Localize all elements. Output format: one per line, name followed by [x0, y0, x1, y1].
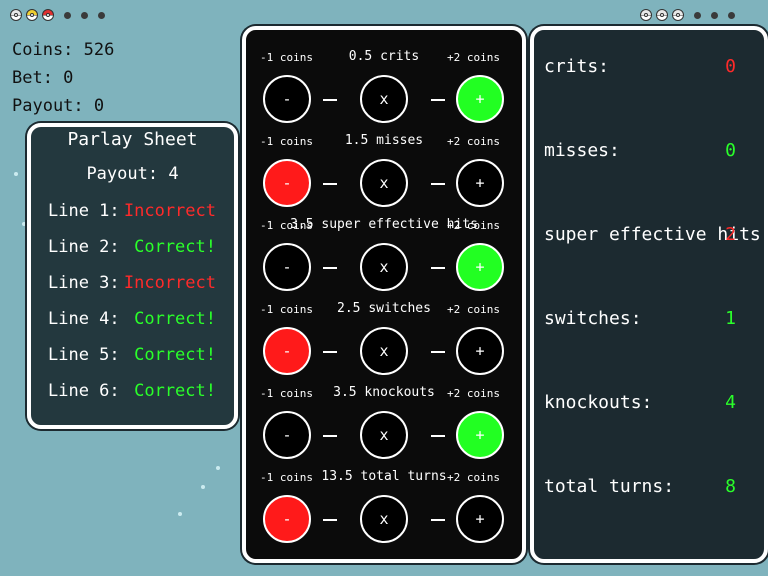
empty-slot-icon: [64, 11, 71, 19]
bet-readout: Bet: 0: [12, 68, 74, 88]
result-value: 2: [725, 224, 736, 245]
parlay-line-label: Line 6:: [48, 381, 120, 401]
sparkle-decoration: [22, 222, 26, 226]
parlay-line-result: Correct!: [134, 237, 216, 257]
bet-under-button[interactable]: -: [263, 411, 311, 459]
result-label: knockouts:: [544, 392, 653, 413]
empty-slot-icon: [694, 11, 701, 19]
divider: [323, 99, 337, 101]
bet-over-button[interactable]: +: [456, 243, 504, 291]
bet-over-button[interactable]: +: [456, 495, 504, 543]
plus-reward-label: +2 coins: [447, 303, 500, 316]
bet-skip-button[interactable]: x: [360, 495, 408, 543]
divider: [323, 351, 337, 353]
plus-reward-label: +2 coins: [447, 135, 500, 148]
divider: [431, 267, 445, 269]
divider: [431, 183, 445, 185]
parlay-line-label: Line 2:: [48, 237, 120, 257]
sparkle-decoration: [216, 466, 220, 470]
poke-ball-icon: [672, 9, 684, 21]
poke-ball-icon: [656, 9, 668, 21]
result-label: total turns:: [544, 476, 675, 497]
bet-over-button[interactable]: +: [456, 327, 504, 375]
divider: [431, 435, 445, 437]
ultra-ball-icon: [26, 9, 38, 21]
parlay-line-result: Correct!: [134, 345, 216, 365]
result-value: 8: [725, 476, 736, 497]
poke-ball-icon: [10, 9, 22, 21]
coins-readout: Coins: 526: [12, 40, 115, 60]
bet-board: -1 coins 0.5 crits +2 coins - x + -1 coi…: [242, 26, 526, 563]
parlay-title: Parlay Sheet: [67, 129, 198, 150]
parlay-line-result: Correct!: [134, 309, 216, 329]
parlay-sheet: Parlay Sheet Payout: 4 Line 1: Incorrect…: [27, 123, 238, 429]
result-label: crits:: [544, 56, 610, 77]
parlay-line-result: Incorrect: [123, 201, 216, 221]
empty-slot-icon: [98, 11, 105, 19]
parlay-line-label: Line 4:: [48, 309, 120, 329]
parlay-line-label: Line 3:: [48, 273, 120, 293]
bet-under-button[interactable]: -: [263, 495, 311, 543]
divider: [431, 519, 445, 521]
bet-over-button[interactable]: +: [456, 159, 504, 207]
party-tray-left: [10, 9, 111, 21]
empty-slot-icon: [728, 11, 735, 19]
bet-over-button[interactable]: +: [456, 411, 504, 459]
result-label: switches:: [544, 308, 642, 329]
sparkle-decoration: [14, 172, 18, 176]
bet-skip-button[interactable]: x: [360, 75, 408, 123]
result-value: 4: [725, 392, 736, 413]
bet-skip-button[interactable]: x: [360, 327, 408, 375]
bet-under-button[interactable]: -: [263, 243, 311, 291]
result-value: 1: [725, 308, 736, 329]
empty-slot-icon: [711, 11, 718, 19]
sparkle-decoration: [178, 512, 182, 516]
bet-skip-button[interactable]: x: [360, 411, 408, 459]
parlay-line-label: Line 5:: [48, 345, 120, 365]
divider: [431, 351, 445, 353]
player-stats: Coins: 526 Bet: 0 Payout: 0: [12, 36, 114, 120]
result-value: 0: [725, 140, 736, 161]
plus-reward-label: +2 coins: [447, 51, 500, 64]
plus-reward-label: +2 coins: [447, 219, 500, 232]
bet-under-button[interactable]: -: [263, 327, 311, 375]
divider: [431, 99, 445, 101]
divider: [323, 435, 337, 437]
plus-reward-label: +2 coins: [447, 471, 500, 484]
divider: [323, 519, 337, 521]
bet-under-button[interactable]: -: [263, 75, 311, 123]
result-label: misses:: [544, 140, 620, 161]
divider: [323, 183, 337, 185]
divider: [323, 267, 337, 269]
poke-ball-icon: [42, 9, 54, 21]
bet-skip-button[interactable]: x: [360, 159, 408, 207]
party-tray-right: [640, 9, 741, 21]
bet-under-button[interactable]: -: [263, 159, 311, 207]
bet-over-button[interactable]: +: [456, 75, 504, 123]
parlay-payout: Payout: 4: [86, 164, 179, 184]
poke-ball-icon: [640, 9, 652, 21]
plus-reward-label: +2 coins: [447, 387, 500, 400]
parlay-line-label: Line 1:: [48, 201, 120, 221]
sparkle-decoration: [201, 485, 205, 489]
parlay-line-result: Correct!: [134, 381, 216, 401]
parlay-line-result: Incorrect: [123, 273, 216, 293]
result-value: 0: [725, 56, 736, 77]
empty-slot-icon: [81, 11, 88, 19]
battle-results: crits: 0 misses: 0 super effective hits:…: [530, 26, 768, 563]
payout-readout: Payout: 0: [12, 96, 105, 116]
bet-skip-button[interactable]: x: [360, 243, 408, 291]
